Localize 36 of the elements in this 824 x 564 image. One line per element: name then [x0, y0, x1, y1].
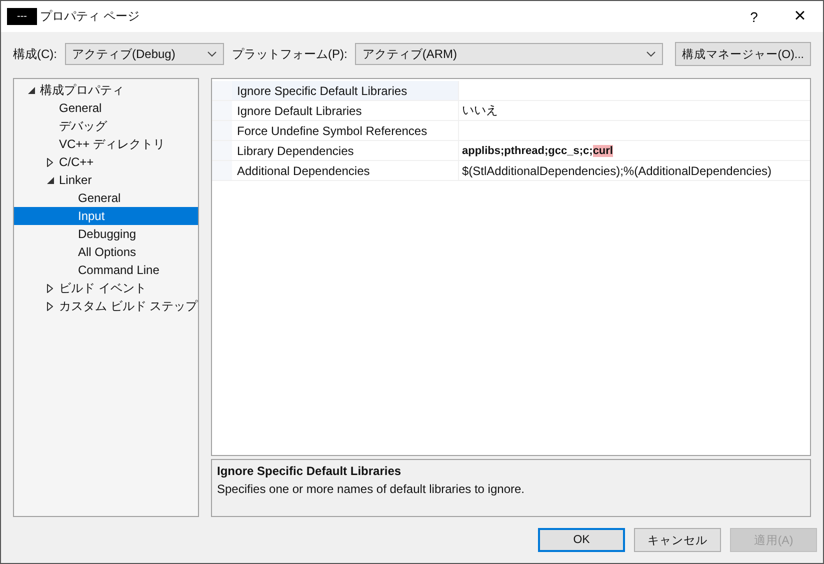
tree-item[interactable]: カスタム ビルド ステップ [14, 297, 198, 315]
property-name[interactable]: Ignore Default Libraries [232, 101, 459, 120]
property-value[interactable]: $(StlAdditionalDependencies);%(AdditionalDependencies) [462, 164, 772, 178]
chevron-icon [207, 51, 217, 57]
tree-item[interactable]: General [14, 189, 198, 207]
property-name[interactable]: Force Undefine Symbol References [232, 121, 459, 140]
tree-item[interactable]: Debugging [14, 225, 198, 243]
description-text: Specifies one or more names of default libraries to ignore. [217, 482, 526, 496]
tree-item[interactable]: Input [14, 207, 198, 225]
help-button[interactable]: ? [731, 1, 777, 32]
app-badge: --- [7, 8, 37, 25]
config-label: 構成(C): [13, 46, 57, 62]
property-name[interactable]: Ignore Specific Default Libraries [232, 81, 459, 100]
tree-item[interactable]: All Options [14, 243, 198, 261]
window-title: プロパティ ページ [40, 8, 140, 25]
tree-item[interactable]: Command Line [14, 261, 198, 279]
config-dropdown[interactable]: アクティブ(Debug) [65, 43, 224, 65]
tree-item[interactable]: デバッグ [14, 117, 198, 135]
platform-dropdown[interactable]: アクティブ(ARM) [355, 43, 663, 65]
configuration-manager-button[interactable]: 構成マネージャー(O)... [674, 42, 811, 66]
dialog-button[interactable]: キャンセル [634, 528, 721, 552]
tree-item[interactable]: ビルド イベント [14, 279, 198, 297]
property-name[interactable]: Library Dependencies [232, 141, 459, 160]
close-button[interactable]: × [777, 1, 823, 32]
tree-item[interactable]: General [14, 99, 198, 117]
chevron-icon [646, 51, 656, 57]
platform-label: プラットフォーム(P): [232, 46, 348, 62]
property-value[interactable]: applibs;pthread;gcc_s;c;curl [462, 144, 613, 156]
description-title: Ignore Specific Default Libraries [217, 464, 402, 478]
property-name[interactable]: Additional Dependencies [232, 161, 459, 180]
dialog-button[interactable]: OK [538, 528, 625, 552]
tree-item[interactable]: 構成プロパティ [14, 81, 198, 99]
tree-item[interactable]: VC++ ディレクトリ [14, 135, 198, 153]
tree-item[interactable]: C/C++ [14, 153, 198, 171]
property-value[interactable]: いいえ [462, 102, 498, 119]
tree-item[interactable]: Linker [14, 171, 198, 189]
